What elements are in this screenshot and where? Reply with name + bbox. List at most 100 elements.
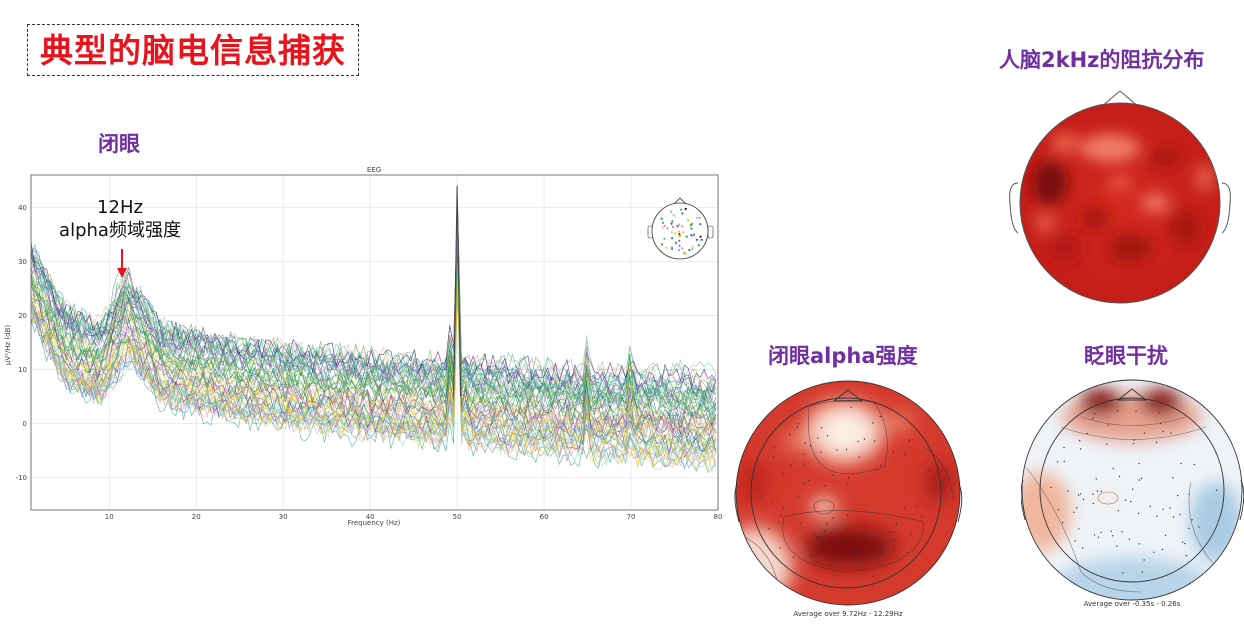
electrode-dot [831,474,833,476]
electrode-dot [1106,443,1108,445]
electrode-dot [1130,500,1132,503]
sensor-dot [691,222,694,225]
electrode-dot [826,522,828,524]
electrode-dot [1112,535,1114,537]
electrode-dot [772,455,775,458]
electrode-dot [824,530,826,532]
electrode-dot [847,514,849,516]
sensor-dot [693,233,696,236]
electrode-dot [1093,534,1096,536]
electrode-dot [777,522,780,524]
electrode-dot [889,530,891,533]
electrode-dot [1131,488,1134,490]
electrode-dot [820,536,822,538]
sensor-dot [663,237,666,240]
electrode-dot [1080,493,1082,495]
electrode-dot [831,531,833,534]
sensor-dot [699,223,702,226]
electrode-dot [789,433,791,436]
sensor-dot [679,234,682,237]
electrode-dot [817,552,819,554]
electrode-dot [1092,502,1095,505]
electrode-dot [826,435,829,437]
sensor-dot [670,246,674,249]
electrode-dot [792,556,795,558]
sensor-dot [674,232,677,235]
electrode-dot [845,448,848,451]
sensor-dot [689,224,693,227]
x-tick-label: 80 [714,513,723,521]
electrode-dot [1079,448,1082,450]
sensor-dot [690,227,693,230]
electrode-dot [1121,531,1123,533]
sensor-dot [686,219,690,222]
electrode-dot [1172,477,1174,479]
sensor-dot [670,210,673,213]
electrode-dot [908,439,911,441]
sensor-dot [691,245,694,248]
electrode-dot [863,438,866,440]
impedance-label: 人脑2kHz的阻抗分布 [999,48,1205,72]
electrode-dot [1067,490,1069,492]
electrode-dot [1140,477,1143,480]
electrode-dot [1063,460,1065,463]
electrode-dot [916,506,918,508]
electrode-dot [790,464,792,466]
electrode-dot [850,406,852,408]
electrode-dot [854,543,856,545]
electrode-dot [797,496,800,498]
electrode-dot [1056,461,1059,463]
electrode-dot [908,440,911,442]
sensor-dot [685,235,688,238]
electrode-dot [1188,527,1190,530]
electrode-dot [1149,505,1151,508]
electrode-dot [803,463,805,465]
sensor-dot [681,247,684,250]
electrode-dot [1082,547,1084,549]
electrode-dot [824,485,826,487]
electrode-dot [1160,422,1162,425]
electrode-dot [836,449,838,451]
electrode-dot [1162,508,1164,510]
electrode-dot [904,507,906,509]
x-tick-label: 30 [279,513,288,521]
alpha-topo-caption: Average over 9.72Hz - 12.29Hz [793,610,903,618]
sensor-dot [670,231,674,234]
electrode-dot [857,553,859,556]
sensor-dot [684,252,687,255]
electrode-dot [1198,526,1200,528]
electrode-dot [1138,462,1140,465]
electrode-dot [783,507,785,509]
x-tick-label: 20 [192,513,201,521]
sensor-dot [677,230,681,233]
x-tick-label: 60 [540,513,549,521]
electrode-dot [1188,493,1190,495]
blink-topo-caption: Average over -0.35s - 0.26s [1084,600,1181,608]
electrode-dot [1076,507,1078,509]
electrode-dot [1097,536,1100,538]
electrode-dot [817,562,820,564]
electrode-dot [1138,543,1140,545]
electrode-dot [1169,507,1171,509]
blink-topo-label: 眨眼干扰 [1084,344,1168,368]
y-axis-label: µV²/Hz (dB) [4,325,12,366]
electrode-dot [921,516,923,518]
electrode-dot [1063,446,1065,449]
electrode-dot [873,440,876,442]
electrode-dot [858,456,860,458]
electrode-dot [1161,548,1164,551]
electrode-dot [872,575,874,578]
electrode-dot [796,426,799,428]
electrode-dot [1216,489,1218,491]
sensor-dot [684,207,687,210]
x-tick-label: 50 [453,513,462,521]
electrode-dot [1172,516,1175,518]
electrode-dot [847,476,850,479]
sensor-dot [681,212,684,215]
sensor-dot [676,224,679,227]
electrode-dot [804,442,806,444]
electrode-dot [797,423,800,425]
electrode-dot [1078,494,1080,496]
sensor-dot [680,225,684,228]
electrode-dot [906,551,908,554]
